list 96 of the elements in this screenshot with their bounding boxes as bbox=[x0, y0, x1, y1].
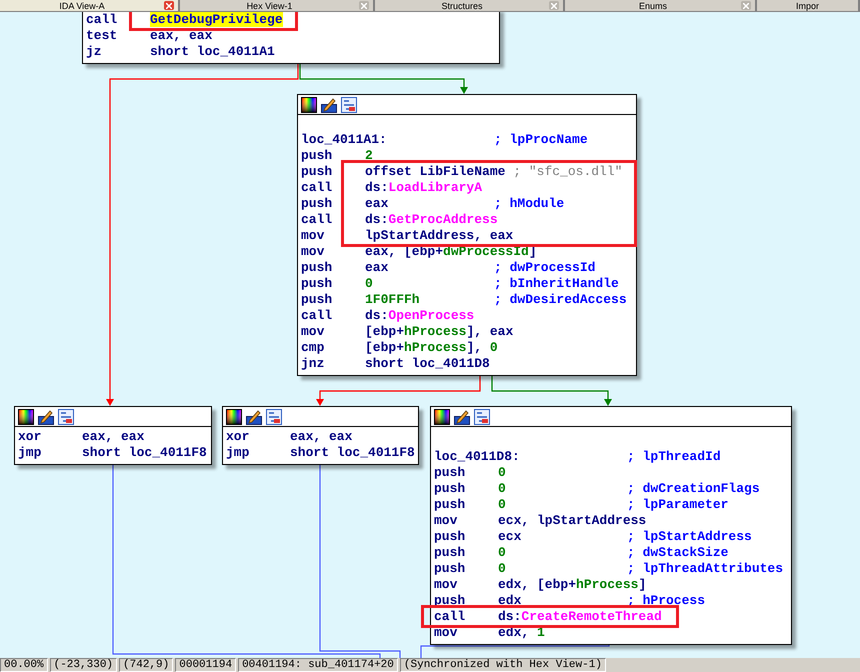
code-comment: ; lpParameter bbox=[627, 497, 728, 513]
instruction-mnemonic: push bbox=[434, 593, 466, 609]
instruction-operand: eax, eax bbox=[82, 429, 146, 445]
instruction-operand: 0 bbox=[498, 497, 507, 513]
instruction-operand: short loc_4011A1 bbox=[150, 44, 276, 60]
instruction-operand: GetDebugPrivilege bbox=[150, 12, 284, 28]
instruction-operand: short loc_4011F8 bbox=[82, 445, 208, 461]
instruction-mnemonic: mov bbox=[301, 324, 326, 340]
instruction-operand: 2 bbox=[365, 148, 374, 164]
code-comment: ; dwStackSize bbox=[627, 545, 728, 561]
status-field: 00001194 bbox=[175, 658, 236, 672]
instruction-mnemonic: push bbox=[434, 465, 466, 481]
palette-icon[interactable] bbox=[226, 408, 242, 424]
code-comment: ; lpThreadAttributes bbox=[627, 561, 784, 577]
instruction-mnemonic: push bbox=[301, 260, 334, 276]
code-comment: ; bInheritHandle bbox=[494, 276, 619, 292]
graph-icon[interactable] bbox=[474, 408, 490, 424]
instruction-operand: eax bbox=[365, 260, 390, 276]
instruction-mnemonic: cmp bbox=[301, 340, 326, 356]
instruction-mnemonic: call bbox=[301, 308, 334, 324]
code-comment: ; hModule bbox=[494, 196, 564, 212]
instruction-operand: 0 bbox=[498, 545, 507, 561]
instruction-operand: ds:LoadLibraryA bbox=[365, 180, 484, 196]
pencil-icon[interactable] bbox=[454, 408, 470, 424]
instruction-mnemonic: call bbox=[434, 609, 466, 625]
instruction-mnemonic: mov bbox=[434, 625, 458, 641]
code-label: loc_4011A1: bbox=[301, 132, 388, 148]
instruction-operand: ds:GetProcAddress bbox=[365, 212, 499, 228]
status-field: (742,9) bbox=[119, 658, 174, 672]
instruction-operand: edx, [ebp+hProcess] bbox=[498, 577, 648, 593]
view-tab[interactable]: IDA View-A bbox=[0, 0, 180, 11]
instruction-mnemonic: mov bbox=[301, 244, 326, 260]
instruction-mnemonic: jmp bbox=[226, 445, 250, 461]
pencil-icon[interactable] bbox=[321, 96, 337, 112]
instruction-mnemonic: push bbox=[301, 292, 334, 308]
instruction-operand: 0 bbox=[498, 465, 507, 481]
instruction-mnemonic: test bbox=[86, 28, 118, 44]
instruction-operand: eax bbox=[365, 196, 390, 212]
pencil-icon[interactable] bbox=[38, 408, 54, 424]
instruction-mnemonic: push bbox=[301, 164, 334, 180]
code-label: loc_4011D8: bbox=[434, 449, 521, 465]
instruction-operand: [ebp+hProcess], eax bbox=[365, 324, 514, 340]
status-field: (-23,330) bbox=[50, 658, 118, 672]
instruction-mnemonic: jmp bbox=[18, 445, 42, 461]
instruction-operand: eax, eax bbox=[150, 28, 214, 44]
code-comment: ; lpProcName bbox=[494, 132, 588, 148]
close-icon[interactable] bbox=[164, 1, 174, 10]
instruction-operand: ds:CreateRemoteThread bbox=[498, 609, 663, 625]
instruction-operand: ecx bbox=[498, 529, 522, 545]
instruction-operand: offset LibFileName ; "sfc_os.dll" bbox=[365, 164, 624, 180]
graph-icon[interactable] bbox=[58, 408, 74, 424]
instruction-mnemonic: push bbox=[301, 276, 334, 292]
status-field: 00401194: sub_401174+20 bbox=[238, 658, 398, 672]
instruction-operand: ds:OpenProcess bbox=[365, 308, 476, 324]
instruction-operand: [ebp+hProcess], 0 bbox=[365, 340, 499, 356]
code-comment: ; dwCreationFlags bbox=[627, 481, 760, 497]
instruction-mnemonic: push bbox=[301, 148, 334, 164]
pencil-icon[interactable] bbox=[246, 408, 262, 424]
code-comment: ; dwProcessId bbox=[494, 260, 596, 276]
graph-icon[interactable] bbox=[341, 96, 357, 112]
instruction-mnemonic: push bbox=[301, 196, 334, 212]
instruction-mnemonic: call bbox=[86, 12, 118, 28]
instruction-mnemonic: push bbox=[434, 545, 466, 561]
palette-icon[interactable] bbox=[301, 96, 317, 112]
instruction-mnemonic: call bbox=[301, 212, 334, 228]
code-comment: ; dwDesiredAccess bbox=[494, 292, 627, 308]
instruction-operand: ecx, lpStartAddress bbox=[498, 513, 648, 529]
instruction-operand: 1F0FFFh bbox=[365, 292, 421, 308]
code-comment: ; lpThreadId bbox=[627, 449, 721, 465]
instruction-mnemonic: mov bbox=[301, 228, 326, 244]
instruction-mnemonic: mov bbox=[434, 513, 458, 529]
instruction-operand: 0 bbox=[365, 276, 374, 292]
instruction-mnemonic: jz bbox=[86, 44, 103, 60]
palette-icon[interactable] bbox=[18, 408, 34, 424]
palette-icon[interactable] bbox=[434, 408, 450, 424]
instruction-operand: edx, 1 bbox=[498, 625, 546, 641]
instruction-mnemonic: call bbox=[301, 180, 334, 196]
instruction-operand: edx bbox=[498, 593, 522, 609]
instruction-operand: short loc_4011F8 bbox=[290, 445, 416, 461]
instruction-mnemonic: push bbox=[434, 497, 466, 513]
code-comment: ; lpStartAddress bbox=[627, 529, 752, 545]
instruction-mnemonic: xor bbox=[226, 429, 250, 445]
instruction-mnemonic: push bbox=[434, 561, 466, 577]
instruction-operand: lpStartAddress, eax bbox=[365, 228, 514, 244]
instruction-operand: short loc_4011D8 bbox=[365, 356, 491, 372]
graph-icon[interactable] bbox=[266, 408, 282, 424]
instruction-operand: 0 bbox=[498, 561, 507, 577]
status-field: (Synchronized with Hex View-1) bbox=[400, 658, 606, 672]
instruction-operand: eax, eax bbox=[290, 429, 354, 445]
instruction-mnemonic: push bbox=[434, 529, 466, 545]
instruction-operand: 0 bbox=[498, 481, 507, 497]
instruction-mnemonic: jnz bbox=[301, 356, 326, 372]
instruction-mnemonic: mov bbox=[434, 577, 458, 593]
status-field: 00.00% bbox=[0, 658, 48, 672]
instruction-mnemonic: xor bbox=[18, 429, 42, 445]
instruction-mnemonic: push bbox=[434, 481, 466, 497]
